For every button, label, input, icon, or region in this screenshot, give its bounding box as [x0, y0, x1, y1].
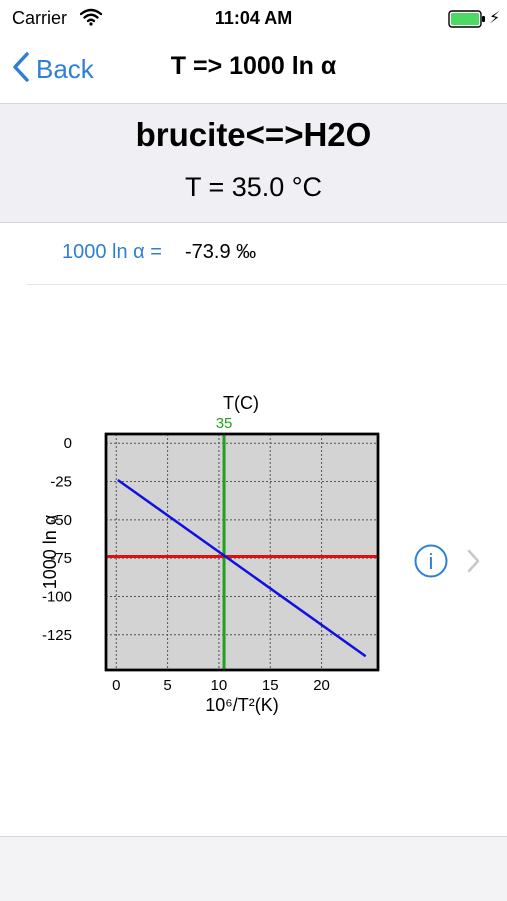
info-icon: i: [414, 544, 448, 582]
fractionation-chart[interactable]: T(C) 35 0 -25 -50 -75 -100 -125 0 5 10 15 20 10⁶/…: [0, 380, 400, 725]
bolt-icon: ⚡︎: [489, 10, 501, 27]
y-tick-label: 0: [64, 435, 72, 452]
y-tick-label: -100: [42, 588, 72, 605]
reaction-title: brucite<=>H2O: [135, 116, 372, 153]
page-title: T => 1000 ln α: [170, 52, 337, 80]
info-button[interactable]: i: [414, 544, 448, 578]
chart-top-label: T(C): [223, 393, 259, 413]
x-tick-label: 0: [112, 677, 120, 694]
x-axis-label: 10⁶/T²(K): [205, 695, 278, 715]
row-divider: [27, 284, 507, 285]
x-tick-label: 10: [211, 677, 228, 694]
chart-svg: T(C) 35 0-25-50-75-100-125 0 5 10 15 20 10⁶/…: [40, 393, 380, 715]
x-tick-label: 20: [313, 677, 330, 694]
chart-top-marker-label: 35: [216, 415, 233, 432]
y-tick-label: -125: [42, 627, 72, 644]
svg-text:i: i: [429, 549, 434, 574]
battery-icon: [448, 10, 486, 33]
temperature-label: T = 35.0 °C: [184, 172, 323, 202]
clock: 11:04 AM: [214, 8, 293, 28]
y-axis-label: 1000 ln α: [40, 515, 60, 589]
x-tick-label: 5: [163, 677, 171, 694]
result-value: -73.9 ‰: [185, 241, 257, 263]
x-axis: 0 5 10 15 20: [112, 677, 330, 694]
x-axis-label-text: 10⁶/T²(K): [205, 695, 278, 715]
x-tick-label: 15: [262, 677, 279, 694]
y-tick-label: -25: [50, 474, 72, 491]
status-bar: Carrier 11:04 AM ⚡︎: [0, 0, 507, 36]
chevron-right-icon[interactable]: [466, 548, 480, 579]
result-label: 1000 ln α =: [62, 241, 162, 263]
bottom-toolbar: [0, 836, 507, 901]
